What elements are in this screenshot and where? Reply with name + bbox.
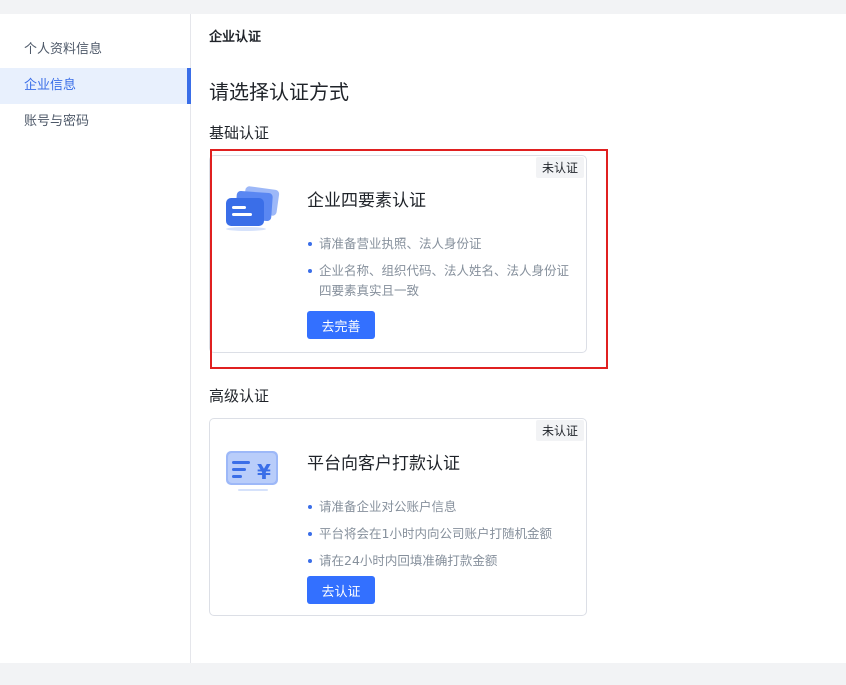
- list-item: 请在24小时内回填准确打款金额: [307, 551, 579, 571]
- card-title: 平台向客户打款认证: [307, 454, 460, 474]
- app-frame: 个人资料信息 企业信息 账号与密码 企业认证 请选择认证方式 基础认证 未认证 …: [0, 14, 846, 663]
- page-title: 请选择认证方式: [209, 80, 349, 104]
- cards-stack-icon: [224, 184, 284, 236]
- main-content: 企业认证 请选择认证方式 基础认证 未认证 企业四要素认证 请准备营业执照、法人…: [191, 14, 846, 663]
- status-badge: 未认证: [535, 420, 584, 441]
- list-item: 企业名称、组织代码、法人姓名、法人身份证四要素真实且一致: [307, 261, 579, 301]
- sidebar-item-profile[interactable]: 个人资料信息: [0, 32, 190, 68]
- card-title: 企业四要素认证: [307, 191, 426, 211]
- card-bank-transfer: 未认证 ¥ 平台向客户打款认证 请准备企业对公账户信息 平台将会在1小时内向公司…: [209, 418, 587, 616]
- sidebar-item-account-password[interactable]: 账号与密码: [0, 104, 190, 140]
- requirements-list: 请准备营业执照、法人身份证 企业名称、组织代码、法人姓名、法人身份证四要素真实且…: [307, 234, 579, 308]
- requirements-list: 请准备企业对公账户信息 平台将会在1小时内向公司账户打随机金额 请在24小时内回…: [307, 497, 579, 578]
- section-title-advanced: 高级认证: [209, 387, 270, 405]
- verify-button[interactable]: 去认证: [307, 576, 375, 604]
- card-four-elements: 未认证 企业四要素认证 请准备营业执照、法人身份证 企业名称、组织代码、法人姓名…: [209, 155, 587, 353]
- sidebar: 个人资料信息 企业信息 账号与密码: [0, 14, 191, 663]
- svg-text:¥: ¥: [257, 460, 271, 484]
- complete-button[interactable]: 去完善: [307, 311, 375, 339]
- list-item: 请准备企业对公账户信息: [307, 497, 579, 517]
- status-badge: 未认证: [535, 157, 584, 178]
- bank-transfer-yuan-icon: ¥: [224, 447, 284, 499]
- section-title-basic: 基础认证: [209, 124, 270, 142]
- list-item: 平台将会在1小时内向公司账户打随机金额: [307, 524, 579, 544]
- breadcrumb: 企业认证: [209, 30, 262, 45]
- sidebar-item-enterprise-info[interactable]: 企业信息: [0, 68, 191, 104]
- list-item: 请准备营业执照、法人身份证: [307, 234, 579, 254]
